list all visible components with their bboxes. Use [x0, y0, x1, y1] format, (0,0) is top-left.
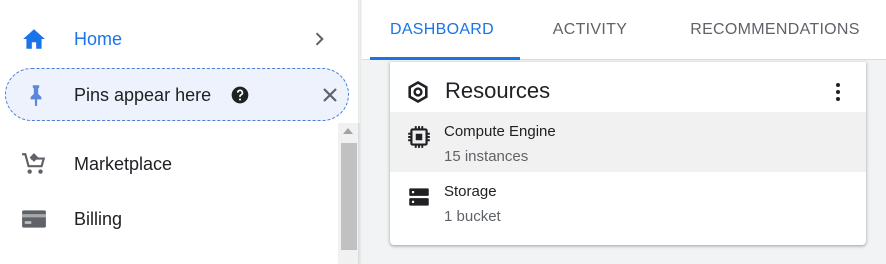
- pins-placeholder: Pins appear here: [5, 68, 349, 121]
- pin-icon: [23, 82, 49, 108]
- resource-name: Compute Engine: [444, 123, 556, 140]
- chip-icon: [406, 124, 432, 150]
- resources-card: Resources Compute Engine 15 instances St…: [390, 62, 866, 245]
- nav-item-marketplace[interactable]: Marketplace: [0, 142, 338, 186]
- close-icon[interactable]: [318, 83, 342, 107]
- chevron-right-icon[interactable]: [309, 29, 329, 49]
- scrollbar-thumb[interactable]: [341, 143, 357, 250]
- nav-item-label: Billing: [74, 208, 123, 229]
- nav-item-billing[interactable]: Billing: [0, 197, 338, 241]
- help-icon[interactable]: [230, 85, 250, 105]
- pins-label: Pins appear here: [74, 85, 212, 105]
- tab-dashboard[interactable]: DASHBOARD: [362, 0, 522, 60]
- nav-item-label: Marketplace: [74, 153, 173, 174]
- nav-item-label: Home: [74, 28, 123, 49]
- resource-row-compute-engine[interactable]: Compute Engine 15 instances: [390, 112, 866, 172]
- card-title: Resources: [445, 78, 551, 103]
- tab-recommendations[interactable]: RECOMMENDATIONS: [668, 0, 882, 60]
- navigation-menu: Home Pins appear here Marketplace Billin…: [0, 0, 360, 264]
- active-tab-indicator: [370, 57, 520, 60]
- resources-hexagon-icon: [406, 80, 430, 104]
- resource-detail: 1 bucket: [444, 208, 501, 225]
- tab-bar: DASHBOARD ACTIVITY RECOMMENDATIONS: [362, 0, 886, 60]
- nav-item-home[interactable]: Home: [0, 17, 338, 61]
- more-vert-icon[interactable]: [826, 80, 850, 104]
- billing-card-icon: [21, 206, 47, 232]
- resource-detail: 15 instances: [444, 148, 529, 165]
- tab-activity[interactable]: ACTIVITY: [522, 0, 658, 60]
- resource-row-storage[interactable]: Storage 1 bucket: [390, 172, 866, 232]
- storage-icon: [406, 184, 432, 210]
- marketplace-cart-icon: [21, 151, 47, 177]
- resource-name: Storage: [444, 183, 497, 200]
- scroll-up-arrow-icon[interactable]: [343, 128, 353, 134]
- home-icon: [21, 26, 47, 52]
